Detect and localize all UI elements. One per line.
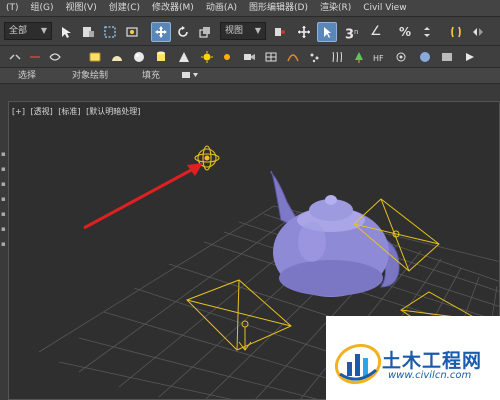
unlink-icon[interactable] <box>26 49 43 65</box>
object-toolbar: HF <box>0 46 500 68</box>
teapot-object <box>270 170 400 297</box>
ribbon-tab-populate[interactable]: 填充 <box>142 68 160 84</box>
select-and-scale-icon[interactable] <box>195 22 215 42</box>
foliage-icon[interactable] <box>350 49 367 65</box>
menu-item-partial[interactable]: (T) <box>0 0 25 16</box>
chevron-down-icon: ▼ <box>254 26 261 35</box>
ribbon-tab-selection[interactable]: 选择 <box>18 68 36 84</box>
hf-icon[interactable]: HF <box>370 49 387 65</box>
menu-item-civil-view[interactable]: Civil View <box>357 0 412 16</box>
menu-item-modifiers[interactable]: 修改器(M) <box>146 0 200 16</box>
render-setup-icon[interactable] <box>416 49 433 65</box>
strip-marker: ▪ <box>1 240 6 248</box>
annotation-arrow <box>83 163 203 230</box>
selection-filter-value: 全部 <box>9 26 28 36</box>
hemisphere-icon[interactable] <box>108 49 125 65</box>
select-object-icon[interactable] <box>56 22 76 42</box>
cylinder-icon[interactable] <box>152 49 169 65</box>
select-and-move-icon[interactable] <box>151 22 171 42</box>
command-strip <box>0 84 500 101</box>
civilcn-logo-icon <box>334 343 382 385</box>
main-toolbar: 全部 ▼ 视图 ▼ 3n ∠ % <box>0 18 500 46</box>
selection-filter-dropdown[interactable]: 全部 ▼ <box>4 22 52 40</box>
hair-fur-icon[interactable] <box>328 49 345 65</box>
mirror-icon[interactable] <box>468 22 488 42</box>
ribbon-toggle-icon <box>182 72 198 78</box>
watermark-url: www.civilcn.com <box>388 370 472 381</box>
strip-marker: ▪ <box>1 195 6 203</box>
menu-item-animation[interactable]: 动画(A) <box>200 0 243 16</box>
percent-snap-icon[interactable]: % <box>395 22 415 42</box>
menu-bar: (T) 组(G) 视图(V) 创建(C) 修改器(M) 动画(A) 图形编辑器(… <box>0 0 500 17</box>
bind-space-warp-icon[interactable] <box>46 49 63 65</box>
menu-item-rendering[interactable]: 渲染(R) <box>314 0 357 16</box>
omni-light-icon[interactable] <box>218 49 235 65</box>
modifier-icon[interactable] <box>392 49 409 65</box>
target-camera-icon[interactable] <box>240 49 257 65</box>
snap-mode-label: 3 <box>345 27 355 43</box>
menu-item-group[interactable]: 组(G) <box>25 0 60 16</box>
ribbon-tab-object-paint[interactable]: 对象绘制 <box>72 68 108 84</box>
snaps-toggle-3d[interactable]: 3n <box>345 22 358 46</box>
strip-marker: ▪ <box>1 150 6 158</box>
select-by-name-icon[interactable] <box>78 22 98 42</box>
particle-icon[interactable] <box>306 49 323 65</box>
ribbon-bar: 选择 对象绘制 填充 <box>0 68 500 84</box>
cone-icon[interactable] <box>175 49 192 65</box>
chevron-down-icon: ▼ <box>40 26 47 35</box>
pivot-center-icon[interactable] <box>270 22 290 42</box>
menu-item-views[interactable]: 视图(V) <box>60 0 103 16</box>
keyboard-shortcut-override-icon[interactable] <box>317 22 337 42</box>
angle-snap-label: ∠ <box>370 24 382 39</box>
sphere-icon[interactable] <box>130 49 147 65</box>
sun-light-icon[interactable] <box>198 49 215 65</box>
render-frame-icon[interactable] <box>438 49 455 65</box>
link-icon[interactable] <box>6 49 23 65</box>
edit-named-selection-icon[interactable] <box>446 22 466 42</box>
ribbon-options-dropdown[interactable] <box>182 70 200 82</box>
menu-item-graph-editors[interactable]: 图形编辑器(D) <box>243 0 314 16</box>
render-icon[interactable] <box>460 49 477 65</box>
strip-marker: ▪ <box>1 180 6 188</box>
watermark-title: 土木工程网 <box>382 350 483 372</box>
select-and-rotate-icon[interactable] <box>173 22 193 42</box>
reference-coordinate-value: 视图 <box>225 26 244 36</box>
angle-snap-toggle[interactable]: ∠ <box>370 22 382 42</box>
rect-selection-region-icon[interactable] <box>100 22 120 42</box>
viewport-left-strip: ▪ ▪ ▪ ▪ ▪ ▪ ▪ <box>0 101 8 400</box>
nurbs-icon[interactable] <box>284 49 301 65</box>
menu-item-create[interactable]: 创建(C) <box>103 0 146 16</box>
site-watermark: 土木工程网 www.civilcn.com <box>326 316 500 400</box>
strip-marker: ▪ <box>1 225 6 233</box>
patch-grid-icon[interactable] <box>262 49 279 65</box>
light-plane-gizmo-bottom-left <box>186 279 292 351</box>
window-crossing-icon[interactable] <box>122 22 142 42</box>
strip-marker: ▪ <box>1 210 6 218</box>
box-icon[interactable] <box>86 49 103 65</box>
reference-coordinate-dropdown[interactable]: 视图 ▼ <box>220 22 266 40</box>
spinner-snap-icon[interactable] <box>417 22 437 42</box>
select-and-manipulate-icon[interactable] <box>294 22 314 42</box>
svg-text:HF: HF <box>373 54 384 63</box>
strip-marker: ▪ <box>1 165 6 173</box>
